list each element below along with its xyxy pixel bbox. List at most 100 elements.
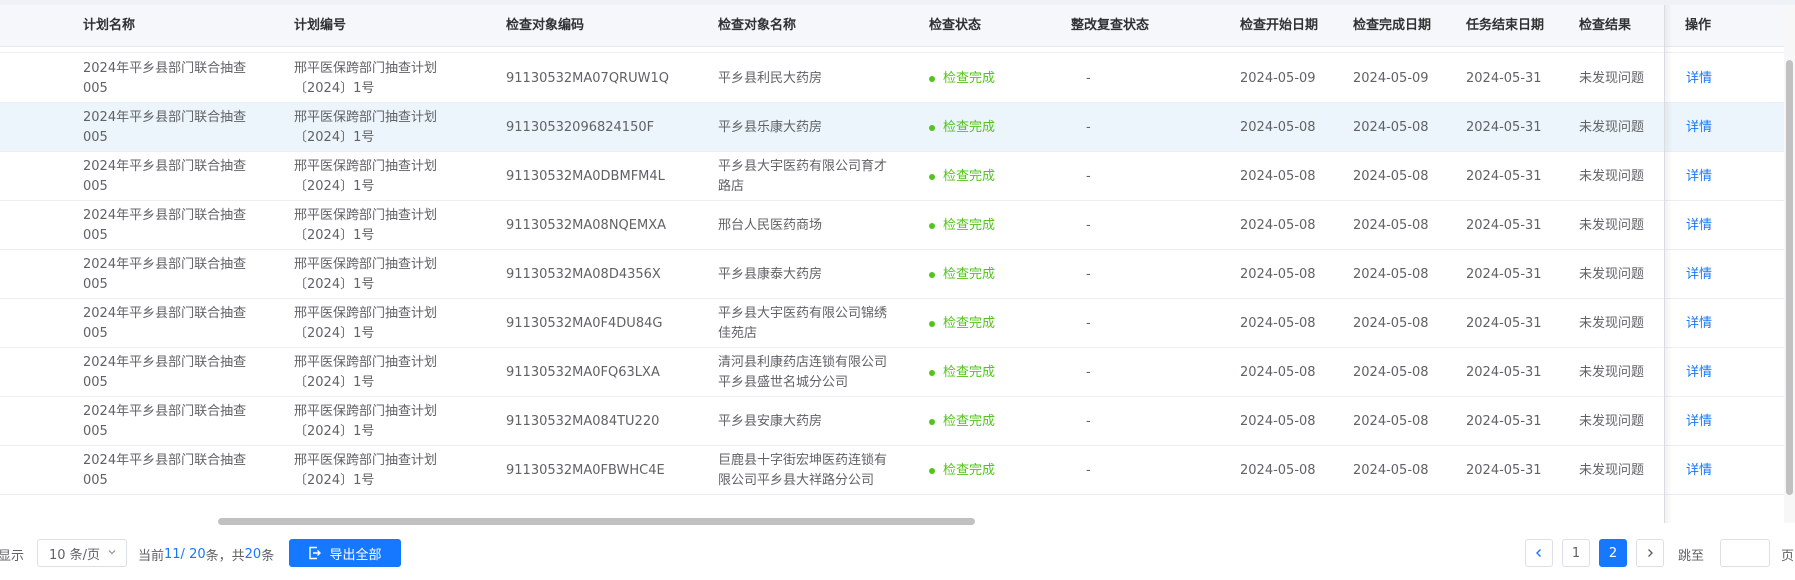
col-action: 操作 — [1685, 18, 1712, 33]
col-complete-date[interactable]: 检查完成日期 — [1353, 5, 1431, 47]
details-link[interactable]: 详情 — [1686, 216, 1712, 236]
cell-complete-date: 2024-05-08 — [1353, 299, 1429, 348]
table-row[interactable]: 2024年平乡县部门联合抽查 005 邢平医保跨部门抽查计划〔2024〕1号 9113… — [0, 348, 1784, 397]
cell-line: 005 — [83, 227, 108, 243]
status-dot-icon — [929, 320, 935, 327]
table-row[interactable]: 2024年平乡县部门联合抽查 005 邢平医保跨部门抽查计划〔2024〕1号 9113… — [0, 299, 1784, 348]
cell-action[interactable]: 详情 — [1686, 250, 1712, 299]
cell-target-code: 91130532MA08NQEMXA — [506, 201, 666, 250]
cell-line: 2024年平乡县部门联合抽查 — [83, 452, 247, 468]
details-link[interactable]: 详情 — [1686, 69, 1712, 89]
col-start-date[interactable]: 检查开始日期 — [1240, 5, 1318, 47]
cell-check-status: 检查完成 — [929, 446, 995, 495]
cell-plan-name: 2024年平乡县部门联合抽查 005 — [83, 250, 246, 299]
cell-rectify-status: - — [1086, 103, 1091, 152]
table-row[interactable]: 2024年平乡县部门联合抽查 005 邢平医保跨部门抽查计划〔2024〕1号 9113… — [0, 152, 1784, 201]
table-row[interactable]: 2024年平乡县部门联合抽查 005 邢平医保跨部门抽查计划〔2024〕1号 9113… — [0, 103, 1784, 152]
cell-text: 2024-05-08 — [1353, 168, 1429, 184]
cell-text: 91130532MA0FQ63LXA — [506, 364, 660, 380]
table-row[interactable]: 2024年平乡县部门联合抽查 005 邢平医保跨部门抽查计划〔2024〕1号 9113… — [0, 54, 1784, 103]
cell-text: 2024-05-08 — [1353, 462, 1429, 478]
cell-text: 未发现问题 — [1579, 119, 1645, 135]
cell-text: 2024-05-31 — [1466, 413, 1542, 429]
details-link[interactable]: 详情 — [1686, 314, 1712, 334]
cell-start-date: 2024-05-08 — [1240, 152, 1316, 201]
cell-complete-date: 2024-05-08 — [1353, 348, 1429, 397]
table-row[interactable]: 2024年平乡县部门联合抽查 005 邢平医保跨部门抽查计划〔2024〕1号 9113… — [0, 201, 1784, 250]
cell-action[interactable]: 详情 — [1686, 201, 1712, 250]
cell-plan-code: 邢平医保跨部门抽查计划〔2024〕1号 — [294, 299, 437, 348]
status-dot-icon — [929, 75, 935, 82]
col-end-date[interactable]: 任务结束日期 — [1466, 5, 1544, 47]
col-rectify-status[interactable]: 整改复查状态 — [1071, 5, 1149, 47]
cell-line: 邢平医保跨部门抽查计划 — [294, 158, 438, 174]
page-button-2[interactable]: 2 — [1599, 539, 1627, 567]
cell-plan-name: 2024年平乡县部门联合抽查 005 — [83, 348, 246, 397]
details-link[interactable]: 详情 — [1686, 461, 1712, 481]
cell-text: 2024-05-08 — [1240, 266, 1316, 282]
cell-line: 005 — [83, 276, 108, 292]
page-button-1[interactable]: 1 — [1562, 539, 1590, 567]
cell-line: 邢平医保跨部门抽查计划 — [294, 403, 438, 419]
table-header: 计划名称 计划编号 检查对象编码 检查对象名称 检查状态 整改复查状态 检查开始… — [0, 5, 1784, 47]
cell-line: 2024年平乡县部门联合抽查 — [83, 354, 247, 370]
show-label: 显示 — [0, 548, 25, 564]
cell-text: 2024-05-08 — [1240, 217, 1316, 233]
cell-text: 2024-05-08 — [1353, 266, 1429, 282]
cell-action[interactable]: 详情 — [1686, 103, 1712, 152]
details-link[interactable]: 详情 — [1686, 412, 1712, 432]
cell-text: 91130532MA0FBWHC4E — [506, 462, 665, 478]
cell-line: 〔2024〕1号 — [294, 80, 375, 96]
cell-text: 91130532MA084TU220 — [506, 413, 660, 429]
export-all-button[interactable]: 导出全部 — [289, 539, 401, 567]
table-row[interactable]: 2024年平乡县部门联合抽查 005 邢平医保跨部门抽查计划〔2024〕1号 9113… — [0, 446, 1784, 495]
details-link[interactable]: 详情 — [1686, 167, 1712, 187]
next-page-button[interactable] — [1636, 539, 1664, 567]
cell-line: 邢台人民医药商场 — [718, 217, 823, 233]
cell-line: 邢平医保跨部门抽查计划 — [294, 207, 438, 223]
prev-page-button[interactable] — [1525, 539, 1553, 567]
cell-line: 限公司平乡县大祥路分公司 — [718, 472, 875, 488]
details-link[interactable]: 详情 — [1686, 118, 1712, 138]
cell-action[interactable]: 详情 — [1686, 446, 1712, 495]
col-check-status[interactable]: 检查状态 — [929, 5, 981, 47]
jump-page-input[interactable] — [1720, 539, 1770, 567]
cell-line: 平乡县康泰大药房 — [718, 266, 823, 282]
cell-text: 2024-05-31 — [1466, 217, 1542, 233]
cell-check-status: 检查完成 — [929, 250, 995, 299]
cell-line: 〔2024〕1号 — [294, 276, 375, 292]
vertical-scrollbar[interactable] — [1786, 60, 1793, 495]
cell-action[interactable]: 详情 — [1686, 397, 1712, 446]
cell-rectify-status: - — [1086, 201, 1091, 250]
details-link[interactable]: 详情 — [1686, 265, 1712, 285]
table-row[interactable]: 2024年平乡县部门联合抽查 005 邢平医保跨部门抽查计划〔2024〕1号 9113… — [0, 397, 1784, 446]
col-result[interactable]: 检查结果 — [1579, 5, 1631, 47]
cell-action[interactable]: 详情 — [1686, 152, 1712, 201]
details-link[interactable]: 详情 — [1686, 363, 1712, 383]
col-target-code[interactable]: 检查对象编码 — [506, 5, 584, 47]
cell-text: 2024-05-31 — [1466, 168, 1542, 184]
table-row[interactable]: 2024年平乡县部门联合抽查 005 邢平医保跨部门抽查计划〔2024〕1号 9113… — [0, 250, 1784, 299]
export-all-label: 导出全部 — [329, 547, 382, 563]
cell-plan-name: 2024年平乡县部门联合抽查 005 — [83, 152, 246, 201]
cell-action[interactable]: 详情 — [1686, 348, 1712, 397]
cell-start-date: 2024-05-08 — [1240, 201, 1316, 250]
cell-text: 91130532MA08NQEMXA — [506, 217, 667, 233]
col-target-name[interactable]: 检查对象名称 — [718, 5, 796, 47]
cell-target-code: 91130532MA0DBMFM4L — [506, 152, 665, 201]
cell-action[interactable]: 详情 — [1686, 299, 1712, 348]
status-text: 检查完成 — [943, 364, 996, 380]
cell-target-code: 91130532MA07QRUW1Q — [506, 54, 669, 103]
cell-text: 2024-05-31 — [1466, 462, 1542, 478]
page-size-select[interactable]: 10 条/页 — [37, 539, 127, 567]
col-plan-name[interactable]: 计划名称 — [83, 5, 135, 47]
cell-plan-code: 邢平医保跨部门抽查计划〔2024〕1号 — [294, 201, 437, 250]
cell-result: 未发现问题 — [1579, 103, 1644, 152]
status-text: 检查完成 — [943, 70, 996, 86]
col-plan-code[interactable]: 计划编号 — [294, 5, 346, 47]
status-dot-icon — [929, 418, 935, 425]
cell-text: 2024-05-08 — [1240, 315, 1316, 331]
cell-plan-name: 2024年平乡县部门联合抽查 005 — [83, 201, 246, 250]
cell-action[interactable]: 详情 — [1686, 54, 1712, 103]
horizontal-scrollbar[interactable] — [218, 518, 975, 525]
